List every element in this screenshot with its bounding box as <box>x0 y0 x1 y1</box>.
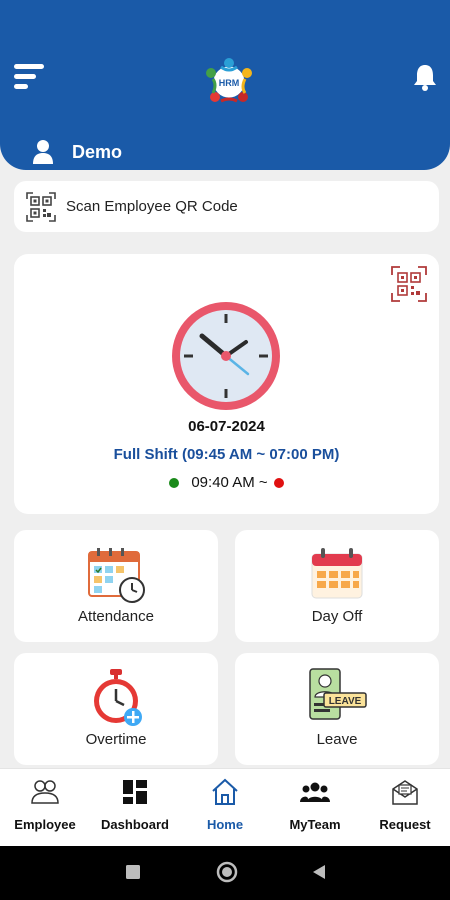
day-off-calendar-icon <box>311 548 363 599</box>
home-icon <box>212 778 238 805</box>
attendance-status-card: 06-07-2024 Full Shift (09:45 AM ~ 07:00 … <box>14 254 439 514</box>
nav-myteam[interactable]: MyTeam <box>270 769 360 846</box>
team-icon <box>300 782 330 802</box>
nav-employee-label: Employee <box>14 817 76 832</box>
nav-dashboard[interactable]: Dashboard <box>90 769 180 846</box>
nav-myteam-label: MyTeam <box>289 817 341 832</box>
user-row: Demo <box>32 138 122 166</box>
overtime-stopwatch-icon <box>94 669 142 726</box>
bell-icon[interactable] <box>410 62 440 92</box>
logo-text: HRM <box>219 78 240 88</box>
nav-request[interactable]: Request <box>360 769 450 846</box>
check-in-status-dot <box>169 477 180 488</box>
nav-request-label: Request <box>379 817 431 832</box>
overtime-tile-label: Overtime <box>85 731 147 748</box>
request-envelope-icon <box>392 780 418 805</box>
leave-tile[interactable]: LEAVE Leave <box>235 653 439 765</box>
home-circle-icon[interactable] <box>216 861 238 883</box>
current-date: 06-07-2024 <box>188 418 265 435</box>
leave-tile-label: Leave <box>316 731 358 748</box>
app-header: HRM Demo <box>0 0 450 170</box>
bottom-navigation: Employee Dashboard Home MyTeam Request <box>0 768 450 846</box>
leave-icon: LEAVE <box>309 668 367 720</box>
hamburger-menu-icon[interactable] <box>12 60 46 94</box>
nav-dashboard-label: Dashboard <box>101 817 169 832</box>
scan-qr-label: Scan Employee QR Code <box>66 198 238 215</box>
check-out-status-dot <box>273 477 284 488</box>
system-navigation-bar <box>0 846 450 900</box>
check-in-time: 09:40 AM ~ <box>191 474 268 491</box>
company-logo: HRM <box>206 58 252 103</box>
attendance-tile[interactable]: Attendance <box>14 530 218 642</box>
nav-home[interactable]: Home <box>180 769 270 846</box>
clock-icon <box>172 302 280 410</box>
nav-home-label: Home <box>206 817 244 832</box>
scan-qr-button[interactable]: Scan Employee QR Code <box>14 181 439 232</box>
attendance-tile-label: Attendance <box>78 608 154 625</box>
employee-icon <box>31 780 59 804</box>
leave-badge-text: LEAVE <box>329 696 362 707</box>
recents-square-icon[interactable] <box>125 864 141 880</box>
overtime-tile[interactable]: Overtime <box>14 653 218 765</box>
qr-code-icon <box>26 191 56 222</box>
day-off-tile[interactable]: Day Off <box>235 530 439 642</box>
attendance-calendar-icon <box>88 548 145 603</box>
check-times-row: 09:40 AM ~ <box>14 474 439 491</box>
day-off-tile-label: Day Off <box>311 608 363 625</box>
back-triangle-icon[interactable] <box>311 864 327 880</box>
user-icon <box>33 140 53 164</box>
qr-code-icon[interactable] <box>391 266 427 302</box>
user-name: Demo <box>72 141 123 162</box>
nav-employee[interactable]: Employee <box>0 769 90 846</box>
shift-info: Full Shift (09:45 AM ~ 07:00 PM) <box>113 446 340 463</box>
dashboard-icon <box>123 780 147 804</box>
